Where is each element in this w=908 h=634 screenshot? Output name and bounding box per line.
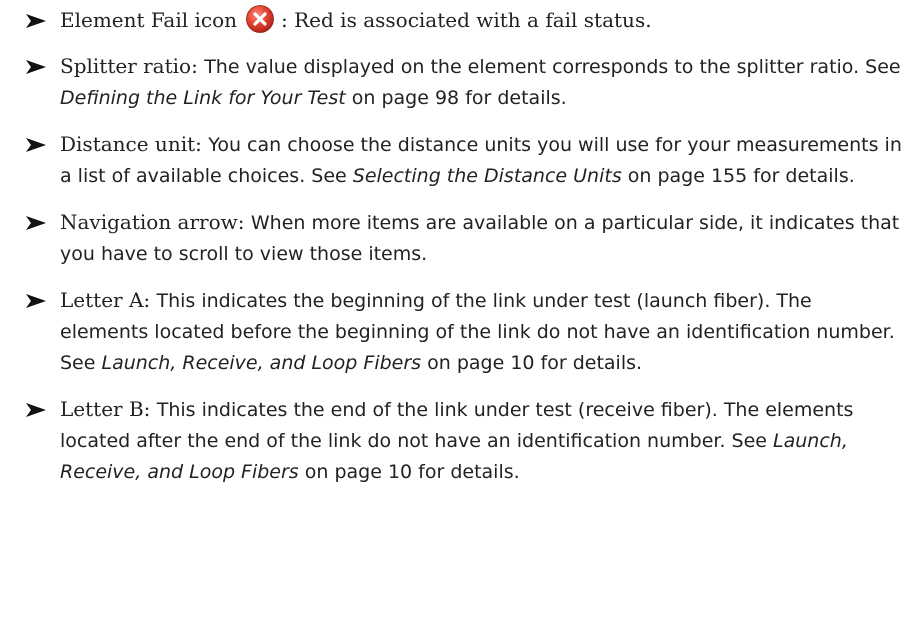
- item-suffix: on page 10 for details.: [421, 352, 643, 374]
- arrow-bullet-icon: [26, 14, 46, 28]
- arrow-bullet-icon: [26, 216, 46, 230]
- document-page: Element Fail icon : Red is associated wi…: [0, 0, 908, 634]
- arrow-bullet-icon: [26, 403, 46, 417]
- list-item-distance-unit: Distance unit: You can choose the distan…: [22, 129, 902, 191]
- item-rest: : Red is associated with a fail status.: [281, 8, 652, 32]
- item-text: This indicates the end of the link under…: [60, 399, 854, 452]
- bullet-list: Element Fail icon : Red is associated wi…: [22, 4, 902, 503]
- arrow-bullet-icon: [26, 60, 46, 74]
- cross-reference-link[interactable]: Selecting the Distance Units: [353, 165, 622, 187]
- item-lead: Distance unit:: [60, 132, 202, 156]
- list-item-splitter-ratio: Splitter ratio: The value displayed on t…: [22, 51, 902, 113]
- item-lead: Letter B:: [60, 397, 151, 421]
- item-suffix: on page 155 for details.: [621, 165, 855, 187]
- cross-reference-link[interactable]: Defining the Link for Your Test: [60, 87, 346, 109]
- item-suffix: on page 10 for details.: [298, 461, 520, 483]
- list-item-letter-b: Letter B: This indicates the end of the …: [22, 394, 902, 487]
- list-item-element-fail-icon: Element Fail icon : Red is associated wi…: [22, 4, 902, 35]
- item-text: The value displayed on the element corre…: [204, 56, 901, 78]
- arrow-bullet-icon: [26, 294, 46, 308]
- item-lead: Navigation arrow:: [60, 210, 245, 234]
- item-suffix: on page 98 for details.: [345, 87, 567, 109]
- item-lead: Letter A:: [60, 288, 151, 312]
- item-lead: Splitter ratio:: [60, 54, 198, 78]
- arrow-bullet-icon: [26, 138, 46, 152]
- fail-status-icon: [246, 4, 274, 33]
- cross-reference-link[interactable]: Launch, Receive, and Loop Fibers: [101, 352, 421, 374]
- item-lead: Element Fail icon: [60, 8, 238, 32]
- list-item-navigation-arrow: Navigation arrow: When more items are av…: [22, 207, 902, 269]
- list-item-letter-a: Letter A: This indicates the beginning o…: [22, 285, 902, 378]
